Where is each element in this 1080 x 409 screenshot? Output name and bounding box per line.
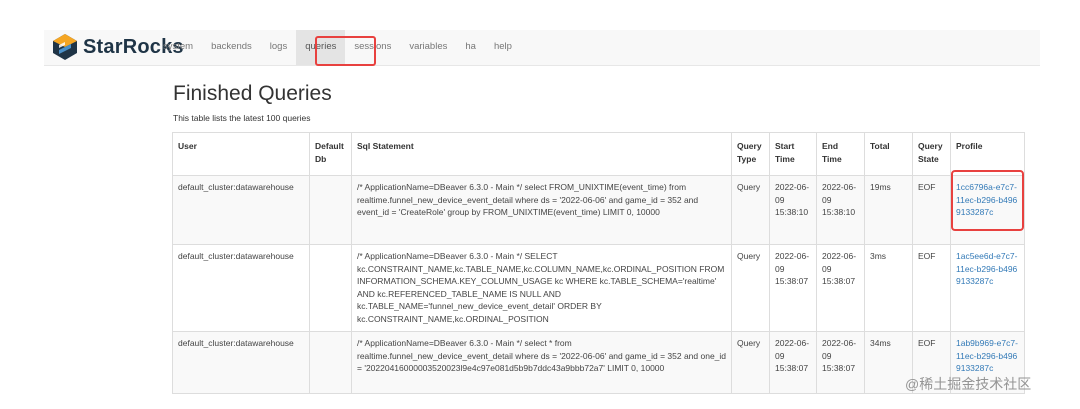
cell-profile: 1ac5ee6d-e7c7-11ec-b296-b4969133287c: [950, 244, 1025, 332]
column-header-end-time: End Time: [816, 132, 865, 176]
nav-item-system[interactable]: system: [154, 30, 202, 65]
cell-user: default_cluster:datawarehouse: [172, 244, 310, 332]
cell-total: 3ms: [864, 244, 913, 332]
column-header-query-state: Query State: [912, 132, 951, 176]
cell-start-time: 2022-06-09 15:38:10: [769, 175, 817, 245]
page-title: Finished Queries: [173, 82, 332, 105]
cell-end-time: 2022-06-09 15:38:07: [816, 244, 865, 332]
table-row: default_cluster:datawarehouse /* Applica…: [172, 244, 1025, 332]
cell-start-time: 2022-06-09 15:38:07: [769, 244, 817, 332]
nav-item-backends[interactable]: backends: [202, 30, 261, 65]
cell-end-time: 2022-06-09 15:38:10: [816, 175, 865, 245]
table-header-row: User Default Db Sql Statement Query Type…: [172, 132, 1025, 176]
nav-item-variables[interactable]: variables: [400, 30, 456, 65]
cell-sql-statement: /* ApplicationName=DBeaver 6.3.0 - Main …: [351, 244, 732, 332]
cell-total: 19ms: [864, 175, 913, 245]
column-header-default-db: Default Db: [309, 132, 352, 176]
cell-query-type: Query: [731, 175, 770, 245]
column-header-user: User: [172, 132, 310, 176]
queries-tab-highlight: [315, 36, 376, 66]
table-row: default_cluster:datawarehouse /* Applica…: [172, 175, 1025, 245]
cell-default-db: [309, 244, 352, 332]
column-header-query-type: Query Type: [731, 132, 770, 176]
cell-default-db: [309, 331, 352, 394]
column-header-start-time: Start Time: [769, 132, 817, 176]
column-header-total: Total: [864, 132, 913, 176]
cell-start-time: 2022-06-09 15:38:07: [769, 331, 817, 394]
cell-sql-statement: /* ApplicationName=DBeaver 6.3.0 - Main …: [351, 175, 732, 245]
table-row: default_cluster:datawarehouse /* Applica…: [172, 331, 1025, 394]
column-header-sql-statement: Sql Statement: [351, 132, 732, 176]
cell-end-time: 2022-06-09 15:38:07: [816, 331, 865, 394]
nav-item-help[interactable]: help: [485, 30, 521, 65]
cell-query-state: EOF: [912, 244, 951, 332]
cell-user: default_cluster:datawarehouse: [172, 331, 310, 394]
nav-item-ha[interactable]: ha: [456, 30, 485, 65]
profile-link[interactable]: 1ab9b969-e7c7-11ec-b296-b4969133287c: [956, 338, 1018, 373]
top-navbar: StarRocks system backends logs queries s…: [44, 30, 1040, 66]
starrocks-logo-icon: [53, 34, 77, 60]
cell-user: default_cluster:datawarehouse: [172, 175, 310, 245]
cell-sql-statement: /* ApplicationName=DBeaver 6.3.0 - Main …: [351, 331, 732, 394]
cell-default-db: [309, 175, 352, 245]
profile-highlight: [951, 170, 1024, 231]
page-subtitle: This table lists the latest 100 queries: [173, 113, 311, 123]
cell-query-type: Query: [731, 244, 770, 332]
cell-query-type: Query: [731, 331, 770, 394]
nav-item-logs[interactable]: logs: [261, 30, 296, 65]
watermark: @稀土掘金技术社区: [905, 376, 1032, 392]
profile-link[interactable]: 1ac5ee6d-e7c7-11ec-b296-b4969133287c: [956, 251, 1017, 286]
finished-queries-table: User Default Db Sql Statement Query Type…: [172, 132, 1025, 394]
cell-query-state: EOF: [912, 175, 951, 245]
